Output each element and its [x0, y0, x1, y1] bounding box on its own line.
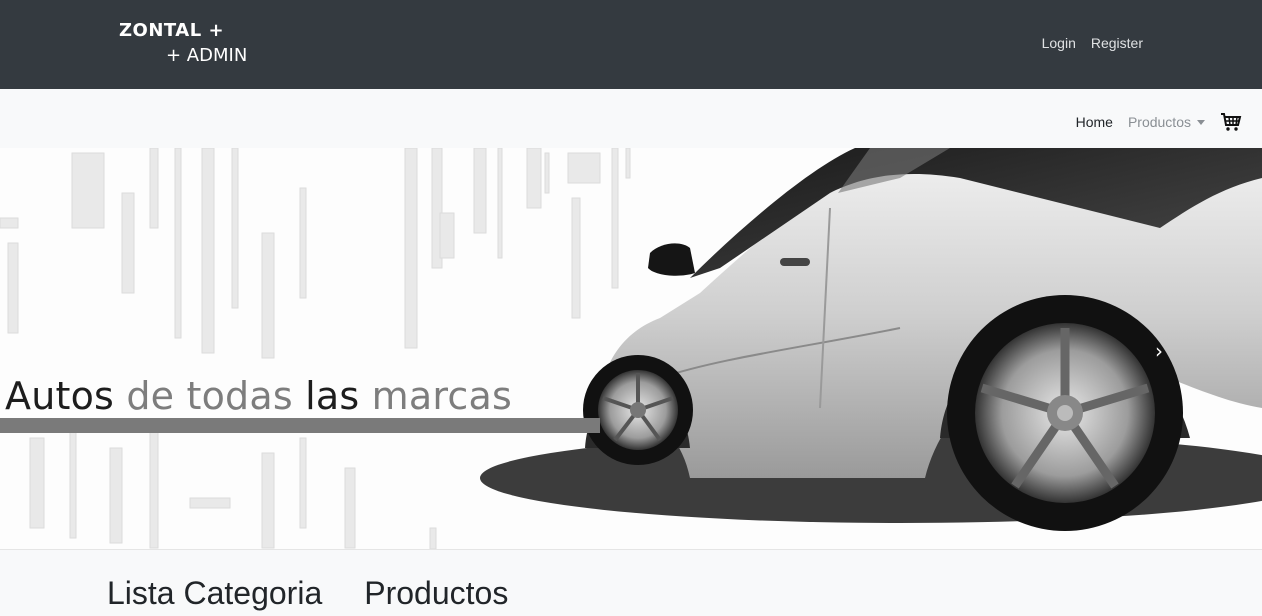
- hero-carousel: Autos de todas las marcas ›: [0, 148, 1262, 549]
- chevron-right-icon[interactable]: ›: [1155, 339, 1163, 363]
- register-link[interactable]: Register: [1091, 35, 1143, 51]
- section-titles: Lista Categoria Productos: [107, 575, 508, 612]
- caret-down-icon[interactable]: [1197, 119, 1205, 125]
- hero-word-autos: Autos: [5, 374, 115, 418]
- nav-home-link[interactable]: Home: [1076, 114, 1113, 130]
- lista-categoria-title: Lista Categoria: [107, 575, 323, 611]
- hero-word-marcas: marcas: [371, 374, 512, 418]
- hero-underline-bar: [0, 418, 600, 433]
- hero-word-de-todas: de todas: [126, 374, 293, 418]
- hero-headline: Autos de todas las marcas: [5, 374, 512, 418]
- main-navbar: Home Productos: [0, 89, 1262, 148]
- hero-word-las: las: [305, 374, 360, 418]
- login-link[interactable]: Login: [1042, 35, 1076, 51]
- top-header: ZONTAL + + ADMIN Login Register: [0, 0, 1262, 89]
- hero-car-image: [0, 148, 1262, 549]
- section-header: Lista Categoria Productos: [0, 549, 1262, 616]
- brand-line-2[interactable]: + ADMIN: [166, 45, 247, 66]
- nav-productos-dropdown[interactable]: Productos: [1128, 114, 1191, 130]
- cart-icon[interactable]: [1220, 112, 1242, 132]
- brand-line-1[interactable]: ZONTAL +: [119, 20, 224, 41]
- productos-title: Productos: [364, 575, 509, 611]
- auth-links: Login Register: [1042, 35, 1143, 51]
- nav-links: Home Productos: [1076, 112, 1242, 132]
